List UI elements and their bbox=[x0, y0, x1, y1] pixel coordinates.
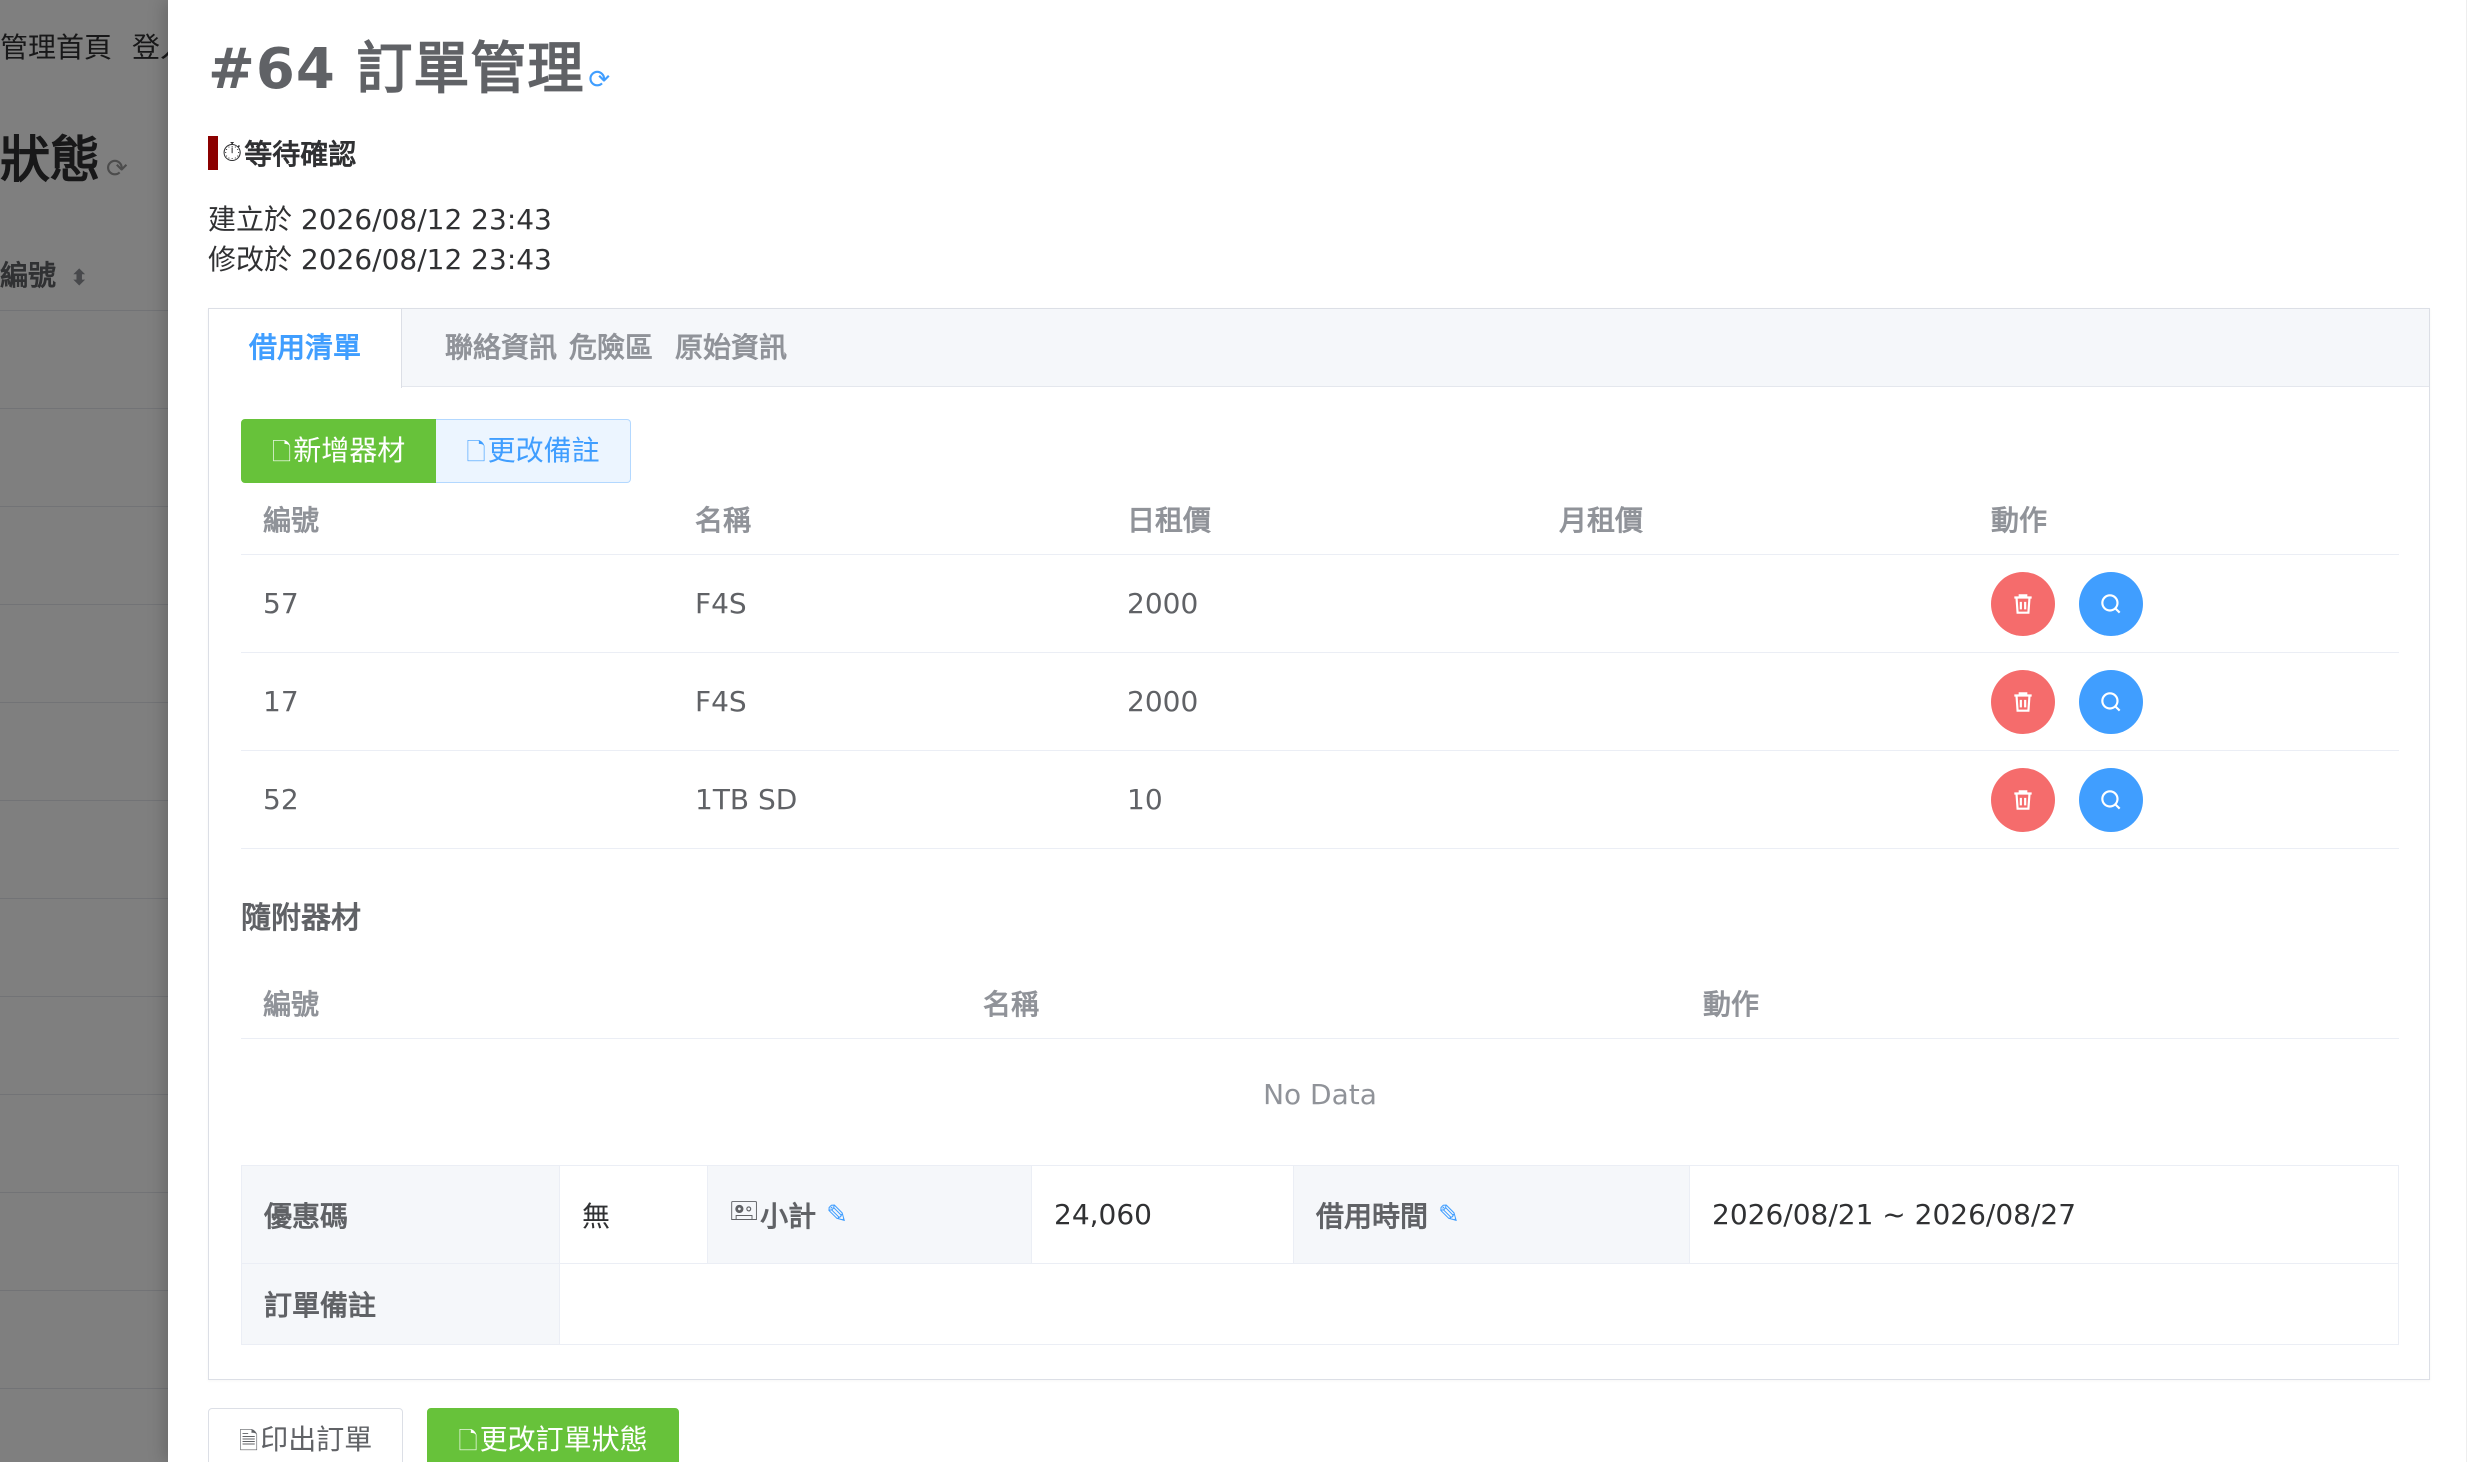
tab-raw-info[interactable]: 原始資訊 bbox=[635, 309, 827, 387]
cell-name: 1TB SD bbox=[695, 783, 798, 816]
status-bar bbox=[208, 136, 218, 170]
add-equipment-button[interactable]: 🗋新增器材 bbox=[241, 419, 437, 483]
period-value: 2026/08/21 ~ 2026/08/27 bbox=[1690, 1166, 2398, 1263]
note-value bbox=[560, 1264, 2398, 1344]
tab-borrow-list[interactable]: 借用清單 bbox=[209, 309, 403, 388]
edit-icon[interactable]: ✎ bbox=[826, 1200, 848, 1230]
cell-daily: 10 bbox=[1127, 783, 1163, 816]
view-button[interactable] bbox=[2079, 571, 2143, 636]
drawer-scrollbar[interactable] bbox=[2466, 0, 2478, 1462]
document-icon: 🗋 bbox=[458, 1427, 478, 1455]
cell-actions bbox=[1991, 653, 2143, 750]
edit-icon[interactable]: ✎ bbox=[1438, 1200, 1460, 1230]
summary-row: 訂單備註 bbox=[242, 1264, 2398, 1344]
cell-name: F4S bbox=[695, 587, 747, 620]
cell-daily: 2000 bbox=[1127, 587, 1199, 620]
equipment-actions: 🗋新增器材 🗋更改備註 bbox=[241, 419, 631, 483]
subtotal-value: 24,060 bbox=[1032, 1166, 1294, 1263]
accessories-title: 隨附器材 bbox=[241, 901, 361, 936]
view-button[interactable] bbox=[2079, 669, 2143, 734]
document-icon: 🗎 bbox=[239, 1427, 259, 1455]
trash-icon bbox=[2014, 691, 2032, 712]
search-icon bbox=[2101, 691, 2121, 711]
table-header: 編號 名稱 日租價 月租價 動作 bbox=[241, 483, 2399, 555]
equipment-table: 編號 名稱 日租價 月租價 動作 57 F4S 2000 17 F4S 2000… bbox=[241, 483, 2399, 849]
order-title: #64 訂單管理 ⟳ bbox=[208, 37, 612, 102]
cell-name: F4S bbox=[695, 685, 747, 718]
header-actions: 動作 bbox=[1991, 503, 2048, 537]
order-timestamps: 建立於 2026/08/12 23:43 修改於 2026/08/12 23:4… bbox=[208, 200, 552, 280]
coupon-value: 無 bbox=[560, 1166, 708, 1263]
cell-id: 17 bbox=[263, 685, 299, 718]
delete-button[interactable] bbox=[1991, 571, 2055, 636]
order-summary: 優惠碼 無 🖭 小計 ✎ 24,060 借用時間 ✎ 2026/08/21 ~ 202… bbox=[241, 1165, 2399, 1345]
header-name: 名稱 bbox=[983, 987, 1040, 1021]
subtotal-label: 🖭 小計 ✎ bbox=[708, 1166, 1032, 1263]
trash-icon bbox=[2014, 593, 2032, 614]
delete-button[interactable] bbox=[1991, 767, 2055, 832]
order-drawer: #64 訂單管理 ⟳ ⏱ 等待確認 建立於 2026/08/12 23:43 修改… bbox=[168, 0, 2478, 1462]
cell-daily: 2000 bbox=[1127, 685, 1199, 718]
cell-id: 52 bbox=[263, 783, 299, 816]
footer-actions: 🗎印出訂單 🗋更改訂單狀態 bbox=[208, 1408, 679, 1462]
period-label: 借用時間 ✎ bbox=[1294, 1166, 1690, 1263]
delete-button[interactable] bbox=[1991, 669, 2055, 734]
table-row: 57 F4S 2000 bbox=[241, 555, 2399, 653]
trash-icon bbox=[2014, 789, 2032, 810]
change-note-button[interactable]: 🗋更改備註 bbox=[436, 419, 631, 483]
header-id: 編號 bbox=[263, 503, 320, 537]
cell-actions bbox=[1991, 751, 2143, 848]
view-button[interactable] bbox=[2079, 767, 2143, 832]
add-document-icon: 🗋 bbox=[272, 438, 292, 466]
table-row: 17 F4S 2000 bbox=[241, 653, 2399, 751]
search-icon bbox=[2101, 789, 2121, 809]
header-daily: 日租價 bbox=[1127, 503, 1212, 537]
note-label: 訂單備註 bbox=[242, 1264, 560, 1344]
summary-row: 優惠碼 無 🖭 小計 ✎ 24,060 借用時間 ✎ 2026/08/21 ~ 202… bbox=[242, 1166, 2398, 1264]
timer-icon: ⏱ bbox=[222, 137, 243, 168]
money-icon: 🖭 bbox=[730, 1197, 759, 1225]
empty-state: No Data bbox=[1263, 1077, 1377, 1111]
tabs-card: 借用清單 聯絡資訊 危險區 原始資訊 🗋新增器材 🗋更改備註 編號 名稱 日租價… bbox=[208, 308, 2430, 1380]
cell-actions bbox=[1991, 555, 2143, 652]
cell-id: 57 bbox=[263, 587, 299, 620]
table-row: 52 1TB SD 10 bbox=[241, 751, 2399, 849]
accessories-table: 編號 名稱 動作 bbox=[241, 967, 2399, 1039]
header-name: 名稱 bbox=[695, 503, 752, 537]
print-order-button[interactable]: 🗎印出訂單 bbox=[208, 1408, 404, 1462]
header-actions: 動作 bbox=[1703, 987, 1760, 1021]
modified-at: 修改於 2026/08/12 23:43 bbox=[208, 243, 552, 276]
search-icon bbox=[2101, 593, 2121, 613]
refresh-icon[interactable]: ⟳ bbox=[588, 65, 611, 95]
header-id: 編號 bbox=[263, 987, 320, 1021]
tab-bar: 借用清單 聯絡資訊 危險區 原始資訊 bbox=[209, 309, 2429, 388]
header-monthly: 月租價 bbox=[1559, 503, 1644, 537]
coupon-label: 優惠碼 bbox=[242, 1166, 560, 1263]
change-status-button[interactable]: 🗋更改訂單狀態 bbox=[427, 1408, 679, 1462]
status-label: 等待確認 bbox=[244, 138, 357, 171]
add-document-icon: 🗋 bbox=[466, 438, 486, 466]
order-status: ⏱ 等待確認 bbox=[208, 136, 357, 171]
table-header: 編號 名稱 動作 bbox=[241, 967, 2399, 1039]
created-at: 建立於 2026/08/12 23:43 bbox=[208, 203, 552, 236]
